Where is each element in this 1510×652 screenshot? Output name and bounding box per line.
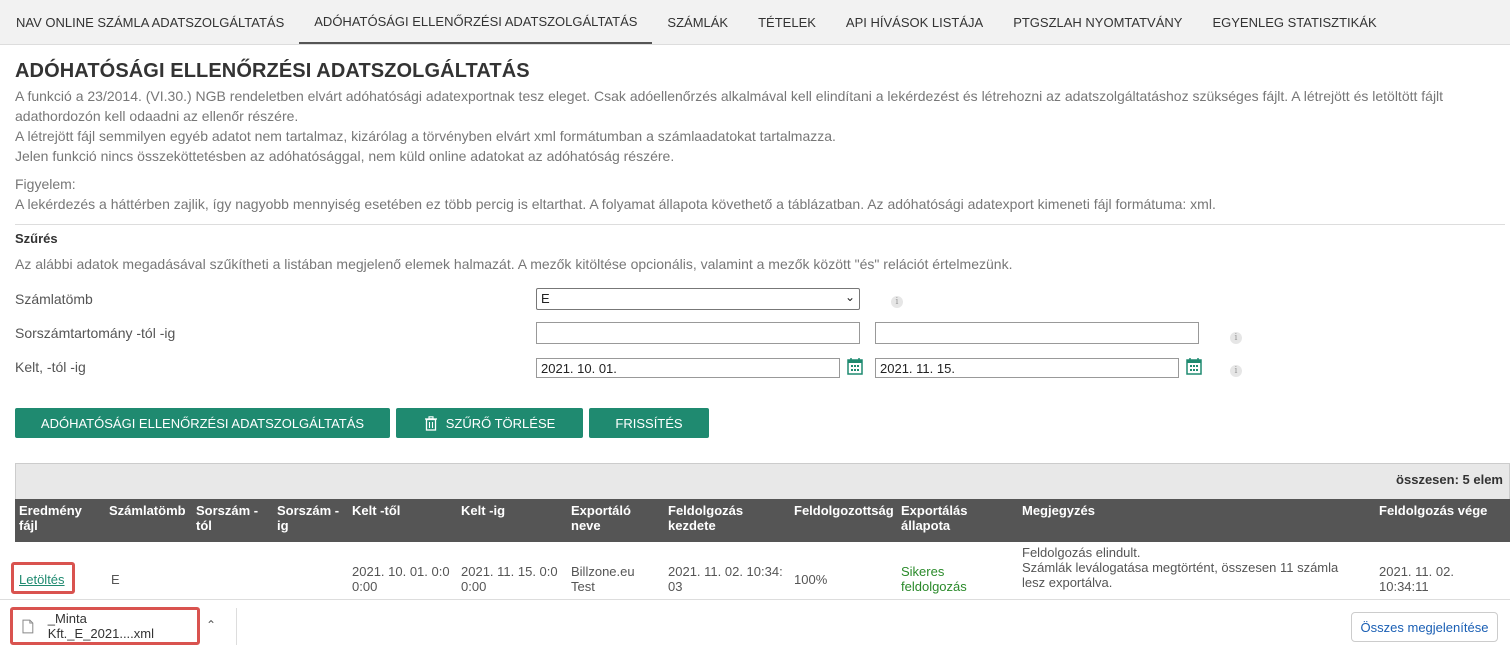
sorszam-label: Sorszámtartomány -tól -ig <box>15 325 176 341</box>
header-from[interactable]: Sorszám - tól <box>196 503 258 533</box>
tab-api-hivasok[interactable]: API HÍVÁSOK LISTÁJA <box>831 0 998 44</box>
header-kelt-to[interactable]: Kelt -ig <box>461 503 505 518</box>
tab-tetelek[interactable]: TÉTELEK <box>743 0 831 44</box>
header-block[interactable]: Számlatömb <box>109 503 186 518</box>
szamlatomb-value: E <box>541 291 550 306</box>
filter-description: Az alábbi adatok megadásával szűkítheti … <box>15 256 1013 272</box>
page-title: ADÓHATÓSÁGI ELLENŐRZÉSI ADATSZOLGÁLTATÁS <box>15 60 530 82</box>
tab-szamlak[interactable]: SZÁMLÁK <box>652 0 743 44</box>
cell-note: Feldolgozás elindult. Számlák leválogatás… <box>1022 545 1339 590</box>
tab-nav-online[interactable]: NAV ONLINE SZÁMLA ADATSZOLGÁLTATÁS <box>1 0 299 44</box>
description-line: A funkció a 23/2014. (VI.30.) NGB rendel… <box>15 88 1444 104</box>
chevron-up-icon[interactable]: ⌃ <box>206 618 216 632</box>
clear-filter-button[interactable]: SZŰRŐ TÖRLÉSE <box>396 408 583 438</box>
kelt-from-input[interactable] <box>536 358 840 378</box>
cell-kelt-from: 2021. 10. 01. 0:0 0:00 <box>352 564 450 594</box>
cell-exporter: Billzone.eu Test <box>571 564 635 594</box>
download-bar: _Minta Kft._E_2021....xml ⌃ Összes megje… <box>0 599 1510 652</box>
show-all-button[interactable]: Összes megjelenítése <box>1351 612 1498 642</box>
header-status[interactable]: Exportálás állapota <box>901 503 967 533</box>
tab-egyenleg[interactable]: EGYENLEG STATISZTIKÁK <box>1197 0 1391 44</box>
header-exporter[interactable]: Exportáló neve <box>571 503 631 533</box>
cell-end: 2021. 11. 02. 10:34:11 <box>1379 564 1454 594</box>
divider <box>236 608 237 645</box>
cell-start: 2021. 11. 02. 10:34: 03 <box>668 564 783 594</box>
kelt-label: Kelt, -tól -ig <box>15 359 86 375</box>
header-progress[interactable]: Feldolgozottság <box>794 503 894 518</box>
szamlatomb-label: Számlatömb <box>15 291 93 307</box>
calendar-icon[interactable] <box>847 357 863 375</box>
divider <box>15 224 1505 225</box>
warning-label: Figyelem: <box>15 176 76 192</box>
export-button[interactable]: ADÓHATÓSÁGI ELLENŐRZÉSI ADATSZOLGÁLTATÁS <box>15 408 390 438</box>
cell-status: Sikeres feldolgozás <box>901 564 967 594</box>
tab-adohatosagi[interactable]: ADÓHATÓSÁGI ELLENŐRZÉSI ADATSZOLGÁLTATÁS <box>299 0 653 44</box>
sorszam-to-input[interactable] <box>875 322 1199 344</box>
header-to[interactable]: Sorszám - ig <box>277 503 339 533</box>
chevron-down-icon: ⌄ <box>844 290 855 304</box>
header-kelt-from[interactable]: Kelt -től <box>352 503 400 518</box>
tab-ptgszlah[interactable]: PTGSZLAH NYOMTATVÁNY <box>998 0 1197 44</box>
calendar-icon[interactable] <box>1186 357 1202 375</box>
top-navigation: NAV ONLINE SZÁMLA ADATSZOLGÁLTATÁS ADÓHA… <box>0 0 1510 45</box>
total-count: összesen: 5 elem <box>15 463 1510 499</box>
szamlatomb-select[interactable]: E ⌄ <box>536 288 860 310</box>
header-end[interactable]: Feldolgozás vége <box>1379 503 1487 518</box>
table-header: Eredmény fájl Számlatömb Sorszám - tól Sor… <box>15 499 1510 542</box>
highlight-box <box>10 607 200 645</box>
header-start[interactable]: Feldolgozás kezdete <box>668 503 743 533</box>
trash-icon <box>424 415 437 431</box>
info-icon[interactable]: i <box>1230 365 1242 377</box>
refresh-button[interactable]: FRISSÍTÉS <box>589 408 709 438</box>
info-icon[interactable]: i <box>891 296 903 308</box>
cell-progress: 100% <box>794 572 828 587</box>
description-line: A létrejött fájl semmilyen egyéb adatot … <box>15 128 836 144</box>
clear-filter-label: SZŰRŐ TÖRLÉSE <box>445 415 556 431</box>
highlight-box <box>11 562 75 594</box>
description-line: adathordozón kell odaadni az ellenőr rés… <box>15 108 299 124</box>
info-icon[interactable]: i <box>1230 332 1242 344</box>
description-line: Jelen funkció nincs összeköttetésben az … <box>15 148 675 164</box>
results-table: összesen: 5 elem Eredmény fájl Számlatömb… <box>15 463 1510 602</box>
kelt-to-input[interactable] <box>875 358 1179 378</box>
cell-kelt-to: 2021. 11. 15. 0:0 0:00 <box>461 564 558 594</box>
filter-title: Szűrés <box>15 231 58 246</box>
header-file[interactable]: Eredmény fájl <box>19 503 82 533</box>
page-description: A funkció a 23/2014. (VI.30.) NGB rendel… <box>15 86 1495 214</box>
header-note[interactable]: Megjegyzés <box>1022 503 1095 518</box>
sorszam-from-input[interactable] <box>536 322 860 344</box>
warning-text: A lekérdezés a háttérben zajlik, így nag… <box>15 196 1216 212</box>
cell-block: E <box>111 572 120 587</box>
table-row: Letöltés E 2021. 10. 01. 0:0 0:00 2021. 1… <box>15 542 1510 602</box>
